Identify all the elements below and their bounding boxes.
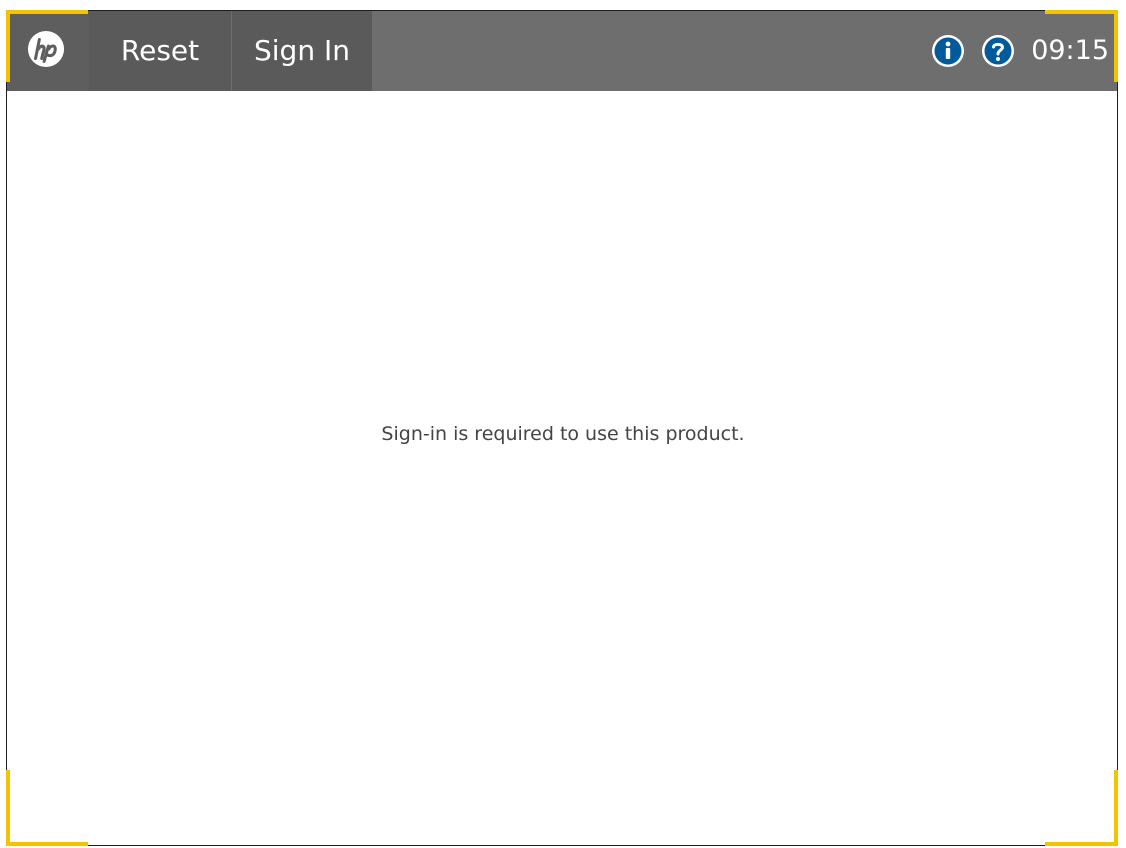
corner-accent-top-left	[7, 10, 88, 14]
top-bar: Reset Sign In 09:15	[7, 11, 1117, 91]
corner-accent-top-right	[1045, 10, 1118, 14]
reset-button[interactable]: Reset	[89, 11, 231, 91]
printer-control-panel: Reset Sign In 09:15 Sign-in is required …	[0, 0, 1126, 848]
sign-in-button[interactable]: Sign In	[232, 11, 372, 91]
help-icon[interactable]	[981, 34, 1015, 68]
corner-accent-bottom-left	[7, 842, 88, 846]
hp-logo-icon	[27, 30, 65, 68]
clock-time: 09:15	[1031, 35, 1109, 66]
info-icon[interactable]	[931, 34, 965, 68]
corner-accent-top-right-vertical	[1114, 10, 1118, 82]
corner-accent-bottom-right	[1045, 842, 1118, 846]
home-button[interactable]	[7, 11, 89, 91]
corner-accent-bottom-left-vertical	[6, 770, 10, 846]
status-area: 09:15	[931, 11, 1117, 91]
sign-in-required-message: Sign-in is required to use this product.	[381, 423, 745, 445]
corner-accent-top-left-vertical	[6, 10, 10, 82]
corner-accent-bottom-right-vertical	[1114, 770, 1118, 846]
